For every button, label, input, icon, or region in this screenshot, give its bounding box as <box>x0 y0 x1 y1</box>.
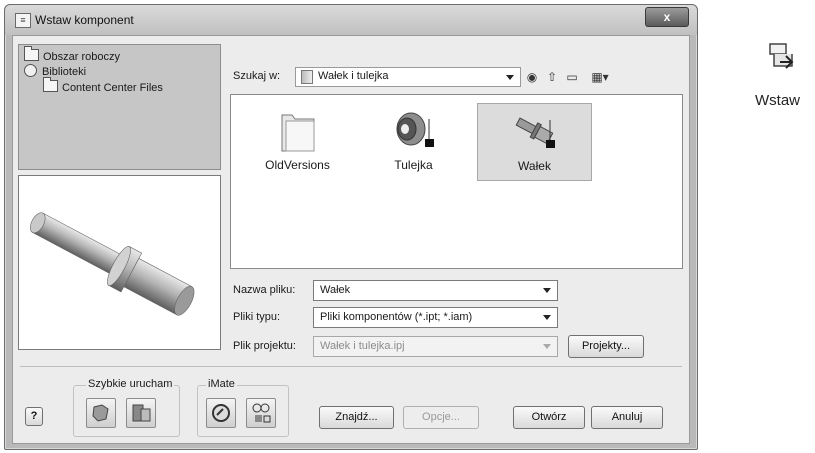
place-component-icon <box>769 43 794 69</box>
place-component-dialog: ≡ Wstaw komponent x Obszar roboczy Bibli… <box>4 4 698 450</box>
look-in-dropdown[interactable]: Wałek i tulejka <box>295 67 521 87</box>
imate-group: iMate <box>197 378 289 437</box>
tree-item-workspace[interactable]: Obszar roboczy <box>24 46 121 65</box>
view-menu-icon[interactable]: ▦▾ <box>587 69 613 85</box>
project-select: Wałek i tulejka.ipj <box>313 336 558 357</box>
place-ribbon-label: Wstaw <box>755 92 800 109</box>
file-list[interactable]: OldVersions Tulejka Wałek <box>230 94 683 269</box>
dialog-title: Wstaw komponent <box>35 13 134 27</box>
quick-launch-label: Szybkie urucham <box>86 378 175 390</box>
preview-pane <box>18 175 221 350</box>
part-file-icon <box>515 117 555 148</box>
divider <box>20 366 682 367</box>
tree-item-label: Content Center Files <box>62 82 163 94</box>
file-item-oldversions[interactable]: OldVersions <box>241 103 354 179</box>
place-ribbon-command[interactable]: Wstaw <box>755 40 811 120</box>
folder-icon <box>43 77 58 92</box>
options-button: Opcje... <box>403 406 479 429</box>
quick-launch-group: Szybkie urucham <box>73 378 180 437</box>
chevron-down-icon <box>543 315 551 320</box>
cancel-button[interactable]: Anuluj <box>591 406 663 429</box>
library-tree[interactable]: Obszar roboczy Biblioteki Content Center… <box>18 44 221 170</box>
filetype-label: Pliki typu: <box>233 311 281 323</box>
filename-value: Wałek <box>320 284 351 296</box>
file-item-walek[interactable]: Wałek <box>477 103 592 181</box>
shaft-preview-image <box>30 212 195 316</box>
quick-launch-place-button[interactable] <box>86 398 116 428</box>
file-item-tulejka[interactable]: Tulejka <box>357 103 470 179</box>
filename-input[interactable]: Wałek <box>313 280 558 301</box>
filename-label: Nazwa pliku: <box>233 284 296 296</box>
tree-item-content-center[interactable]: Content Center Files <box>43 77 163 96</box>
open-button[interactable]: Otwórz <box>513 406 585 429</box>
app-icon: ≡ <box>15 13 31 28</box>
imate-icon <box>212 404 230 422</box>
tree-item-libraries[interactable]: Biblioteki <box>24 64 86 80</box>
look-in-label: Szukaj w: <box>233 70 281 82</box>
imate-use-button[interactable] <box>206 398 236 428</box>
look-in-value: Wałek i tulejka <box>318 70 389 82</box>
close-button[interactable]: x <box>645 7 689 27</box>
file-name: Tulejka <box>394 158 433 172</box>
project-value: Wałek i tulejka.ipj <box>320 340 405 352</box>
file-name: Wałek <box>518 159 551 173</box>
tree-item-label: Obszar roboczy <box>43 51 121 63</box>
libraries-icon <box>24 64 37 77</box>
up-folder-icon[interactable]: ⇧ <box>544 69 560 85</box>
projects-button[interactable]: Projekty... <box>568 335 644 358</box>
imate-label: iMate <box>206 378 237 390</box>
help-button[interactable]: ? <box>25 407 43 426</box>
back-icon[interactable]: ◉ <box>524 69 540 85</box>
part-file-icon <box>396 112 434 147</box>
imate-interactive-icon <box>252 403 271 423</box>
place-part-icon <box>92 404 109 422</box>
folder-icon <box>301 70 313 84</box>
quick-launch-assembly-button[interactable] <box>126 398 156 428</box>
folder-icon <box>281 114 315 152</box>
project-label: Plik projektu: <box>233 340 296 352</box>
filetype-select[interactable]: Pliki komponentów (*.ipt; *.iam) <box>313 307 558 328</box>
title-bar[interactable]: ≡ Wstaw komponent x <box>5 5 697 35</box>
workspace-folder-icon <box>24 46 39 61</box>
assembly-icon <box>132 404 151 422</box>
dialog-body: Obszar roboczy Biblioteki Content Center… <box>12 35 690 444</box>
filetype-value: Pliki komponentów (*.ipt; *.iam) <box>320 311 473 323</box>
chevron-down-icon <box>543 288 551 293</box>
chevron-down-icon <box>543 344 551 349</box>
file-name: OldVersions <box>265 158 330 172</box>
chevron-down-icon <box>506 75 514 80</box>
new-folder-icon[interactable]: ▭ <box>564 69 580 85</box>
imate-interactive-button[interactable] <box>246 398 276 428</box>
find-button[interactable]: Znajdź... <box>319 406 394 429</box>
